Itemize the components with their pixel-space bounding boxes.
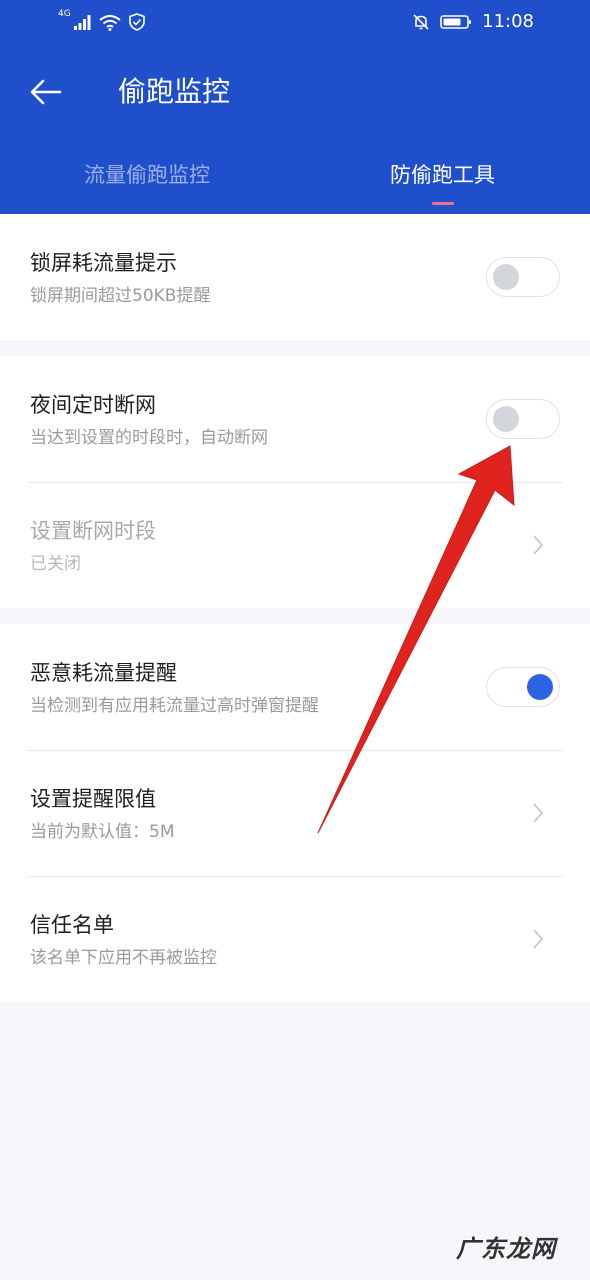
toggle-knob bbox=[493, 406, 519, 432]
row-night-cutoff[interactable]: 夜间定时断网 当达到设置的时段时，自动断网 bbox=[0, 356, 590, 482]
row-title: 设置提醒限值 bbox=[30, 787, 156, 811]
tab-bar: 流量偷跑监控 防偷跑工具 bbox=[0, 150, 590, 214]
network-type: 4G bbox=[58, 9, 71, 19]
clock: 11:08 bbox=[482, 11, 534, 32]
status-left: 4G bbox=[58, 10, 145, 31]
row-title: 信任名单 bbox=[30, 913, 114, 937]
lock-screen-toggle[interactable] bbox=[486, 257, 560, 297]
row-subtitle: 当前为默认值：5M bbox=[30, 822, 175, 842]
wifi-icon bbox=[99, 15, 121, 31]
card-malicious: 恶意耗流量提醒 当检测到有应用耗流量过高时弹窗提醒 设置提醒限值 当前为默认值：… bbox=[0, 624, 590, 1002]
tab-traffic-monitor[interactable]: 流量偷跑监控 bbox=[84, 160, 210, 190]
row-malicious-alert[interactable]: 恶意耗流量提醒 当检测到有应用耗流量过高时弹窗提醒 bbox=[0, 624, 590, 750]
watermark: 广东龙网 bbox=[456, 1234, 556, 1263]
row-title: 夜间定时断网 bbox=[30, 393, 156, 417]
row-subtitle: 已关闭 bbox=[30, 554, 81, 574]
shield-icon bbox=[128, 13, 145, 31]
card-lock-screen: 锁屏耗流量提示 锁屏期间超过50KB提醒 bbox=[0, 214, 590, 340]
toggle-knob bbox=[527, 674, 553, 700]
night-cutoff-toggle[interactable] bbox=[486, 399, 560, 439]
page-title: 偷跑监控 bbox=[118, 75, 231, 108]
status-bar: 4G 11:08 bbox=[0, 0, 590, 44]
row-lock-screen[interactable]: 锁屏耗流量提示 锁屏期间超过50KB提醒 bbox=[0, 214, 590, 340]
bell-off-icon bbox=[413, 14, 429, 30]
row-subtitle: 该名单下应用不再被监控 bbox=[30, 948, 217, 968]
row-subtitle: 锁屏期间超过50KB提醒 bbox=[30, 286, 211, 306]
tab-anti-leak-tools[interactable]: 防偷跑工具 bbox=[390, 160, 495, 190]
app-bar: 偷跑监控 bbox=[0, 52, 590, 132]
arrow-left-icon[interactable] bbox=[28, 74, 64, 110]
row-cutoff-period[interactable]: 设置断网时段 已关闭 bbox=[0, 482, 590, 608]
battery-icon bbox=[440, 15, 472, 29]
tab-indicator bbox=[432, 202, 454, 205]
card-night-cutoff: 夜间定时断网 当达到设置的时段时，自动断网 设置断网时段 已关闭 bbox=[0, 356, 590, 608]
chevron-right-icon bbox=[533, 535, 544, 555]
row-subtitle: 当达到设置的时段时，自动断网 bbox=[30, 428, 268, 448]
row-title: 设置断网时段 bbox=[30, 519, 156, 543]
status-right: 11:08 bbox=[412, 10, 534, 34]
row-title: 锁屏耗流量提示 bbox=[30, 251, 177, 275]
chevron-right-icon bbox=[533, 803, 544, 823]
malicious-alert-toggle[interactable] bbox=[486, 667, 560, 707]
header: 4G 11:08 偷跑监控 流量偷跑监控 防偷跑工具 bbox=[0, 0, 590, 214]
row-title: 恶意耗流量提醒 bbox=[30, 661, 177, 685]
signal-icon bbox=[73, 15, 91, 30]
chevron-right-icon bbox=[533, 929, 544, 949]
toggle-knob bbox=[493, 264, 519, 290]
row-alert-threshold[interactable]: 设置提醒限值 当前为默认值：5M bbox=[0, 750, 590, 876]
row-subtitle: 当检测到有应用耗流量过高时弹窗提醒 bbox=[30, 696, 319, 716]
row-trust-list[interactable]: 信任名单 该名单下应用不再被监控 bbox=[0, 876, 590, 1002]
